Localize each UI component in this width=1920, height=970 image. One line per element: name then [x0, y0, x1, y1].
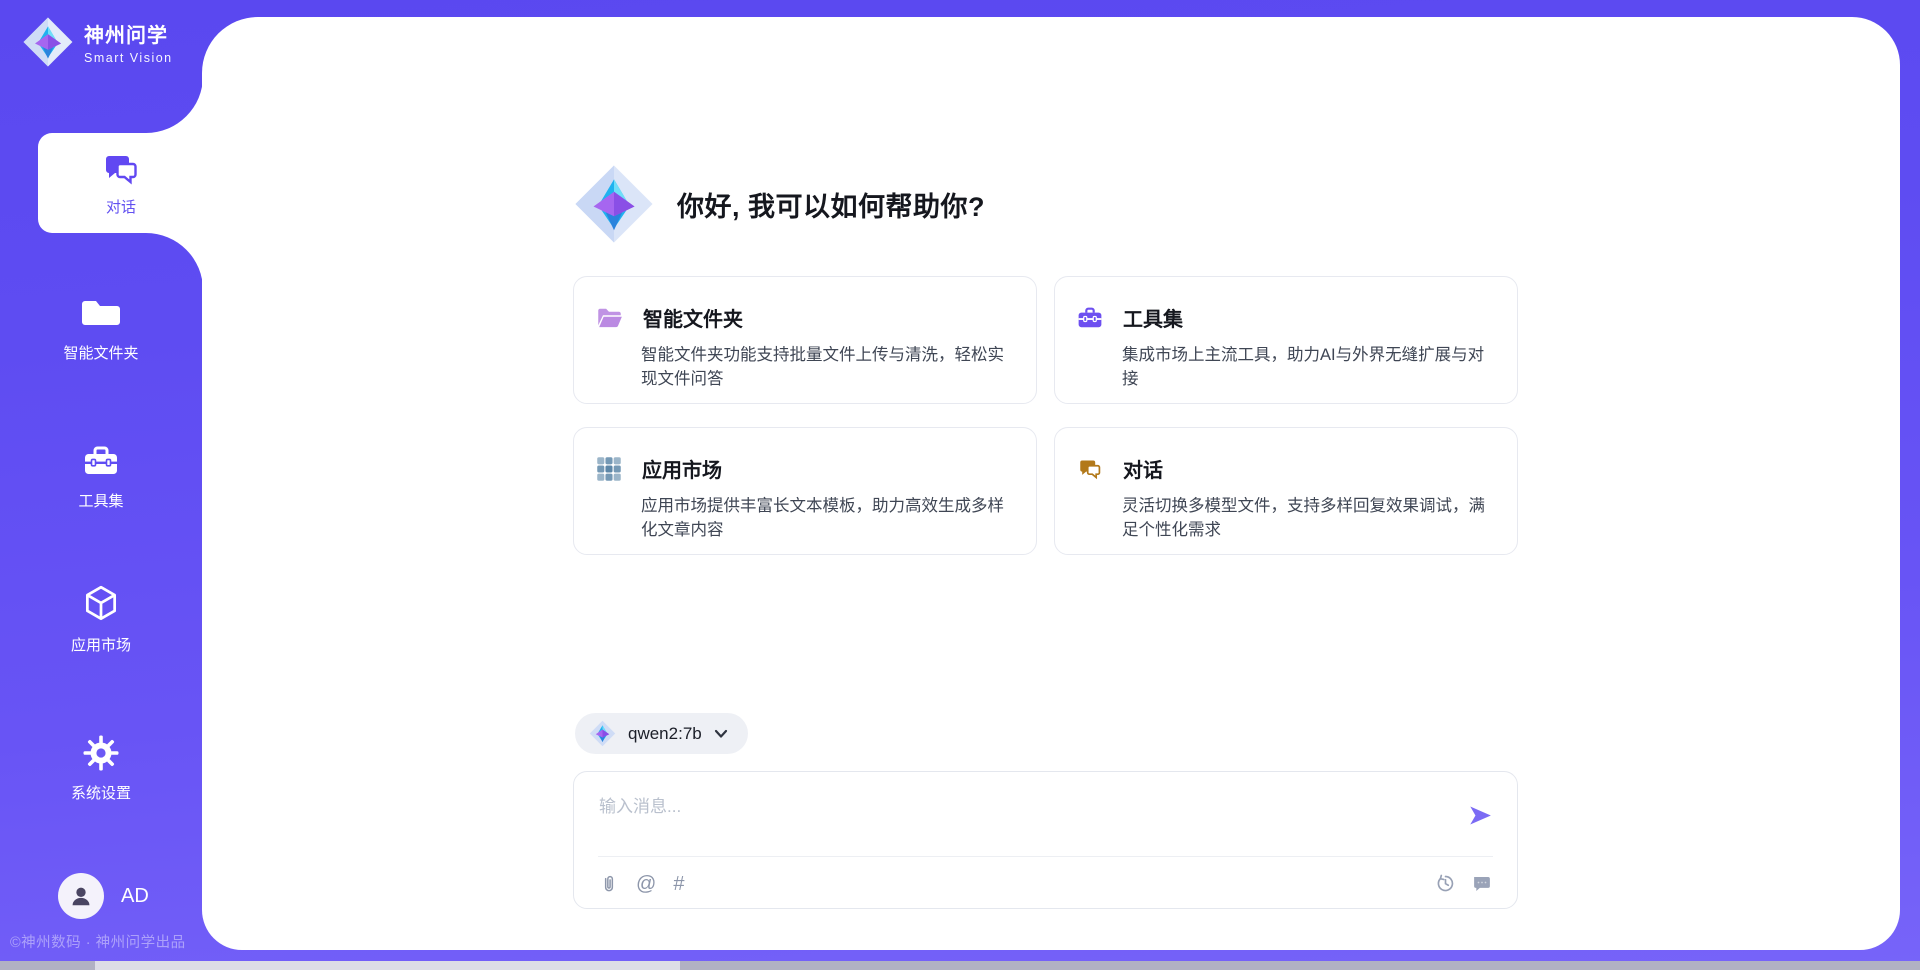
mention-icon: @ — [636, 874, 656, 894]
feature-cards: 智能文件夹 智能文件夹功能支持批量文件上传与清洗，轻松实现文件问答 工具集 集成… — [573, 276, 1518, 555]
main-panel: 你好, 我可以如何帮助你? 智能文件夹 智能文件夹功能支持批量文件上传与清洗，轻… — [202, 17, 1900, 950]
greeting-title: 你好, 我可以如何帮助你? — [677, 185, 985, 224]
user-icon — [68, 883, 94, 909]
card-description: 应用市场提供丰富长文本模板，助力高效生成多样化文章内容 — [641, 494, 1008, 542]
sidebar-item-chat[interactable]: 对话 — [38, 133, 204, 233]
sidebar-item-label: 对话 — [106, 196, 136, 217]
message-input[interactable] — [599, 792, 1439, 822]
composer-divider — [598, 856, 1493, 857]
sidebar: 神州问学 Smart Vision 对话 智能文件夹 工具集 — [0, 0, 202, 970]
user-name: AD — [121, 885, 149, 908]
tab-flare-bottom — [146, 233, 203, 290]
message-composer: @ # — [573, 771, 1518, 909]
brand-logo: 神州问学 Smart Vision — [22, 16, 173, 68]
cube-icon — [80, 583, 122, 625]
assistant-diamond-icon — [573, 163, 655, 245]
avatar — [58, 873, 104, 919]
sidebar-item-app-market[interactable]: 应用市场 — [0, 583, 202, 655]
brand-subtitle: Smart Vision — [84, 51, 173, 65]
toolbox-icon — [81, 441, 121, 481]
card-description: 智能文件夹功能支持批量文件上传与清洗，轻松实现文件问答 — [641, 343, 1008, 391]
comment-button[interactable] — [1471, 873, 1493, 894]
grid-cube-icon — [596, 456, 622, 482]
model-selector[interactable]: qwen2:7b — [575, 713, 748, 754]
model-logo-icon — [589, 720, 616, 747]
card-toolset[interactable]: 工具集 集成市场上主流工具，助力AI与外界无缝扩展与对接 — [1054, 276, 1518, 404]
comment-icon — [1471, 873, 1493, 894]
card-title: 智能文件夹 — [643, 303, 743, 332]
chat-bubbles-icon — [1077, 456, 1103, 482]
sidebar-item-label: 应用市场 — [0, 634, 202, 655]
briefcase-icon — [1077, 305, 1103, 331]
card-title: 对话 — [1123, 454, 1163, 483]
folder-icon — [81, 293, 121, 333]
brand-diamond-icon — [22, 16, 74, 68]
send-icon[interactable] — [1467, 802, 1493, 828]
card-app-market[interactable]: 应用市场 应用市场提供丰富长文本模板，助力高效生成多样化文章内容 — [573, 427, 1037, 555]
brand-name: 神州问学 — [84, 19, 173, 48]
card-smart-folder[interactable]: 智能文件夹 智能文件夹功能支持批量文件上传与清洗，轻松实现文件问答 — [573, 276, 1037, 404]
hashtag-icon: # — [673, 874, 684, 894]
sidebar-item-label: 智能文件夹 — [0, 342, 202, 363]
card-description: 灵活切换多模型文件，支持多样回复效果调试，满足个性化需求 — [1122, 494, 1489, 542]
sidebar-item-settings[interactable]: 系统设置 — [0, 733, 202, 803]
hashtag-button[interactable]: # — [673, 874, 684, 894]
card-description: 集成市场上主流工具，助力AI与外界无缝扩展与对接 — [1122, 343, 1489, 391]
history-icon — [1435, 873, 1456, 894]
horizontal-scrollbar[interactable] — [0, 961, 1920, 970]
gear-icon — [81, 733, 121, 773]
scrollbar-thumb[interactable] — [95, 961, 680, 970]
history-button[interactable] — [1435, 873, 1456, 894]
sidebar-item-label: 工具集 — [0, 490, 202, 511]
sidebar-item-smart-folder[interactable]: 智能文件夹 — [0, 293, 202, 363]
folder-open-icon — [596, 304, 623, 331]
card-title: 工具集 — [1123, 303, 1183, 332]
attachment-button[interactable] — [599, 873, 619, 895]
paperclip-icon — [599, 873, 619, 895]
sidebar-footer: ©神州数码 · 神州问学出品 — [10, 931, 202, 952]
mention-button[interactable]: @ — [636, 874, 656, 894]
model-name: qwen2:7b — [628, 724, 702, 744]
chevron-down-icon — [714, 729, 728, 739]
sidebar-item-toolset[interactable]: 工具集 — [0, 441, 202, 511]
greeting: 你好, 我可以如何帮助你? — [573, 163, 985, 245]
chat-bubbles-icon — [101, 149, 141, 189]
card-chat[interactable]: 对话 灵活切换多模型文件，支持多样回复效果调试，满足个性化需求 — [1054, 427, 1518, 555]
card-title: 应用市场 — [642, 454, 722, 483]
sidebar-item-label: 系统设置 — [0, 782, 202, 803]
tab-flare-top — [146, 76, 203, 133]
user-profile[interactable]: AD — [58, 873, 149, 919]
